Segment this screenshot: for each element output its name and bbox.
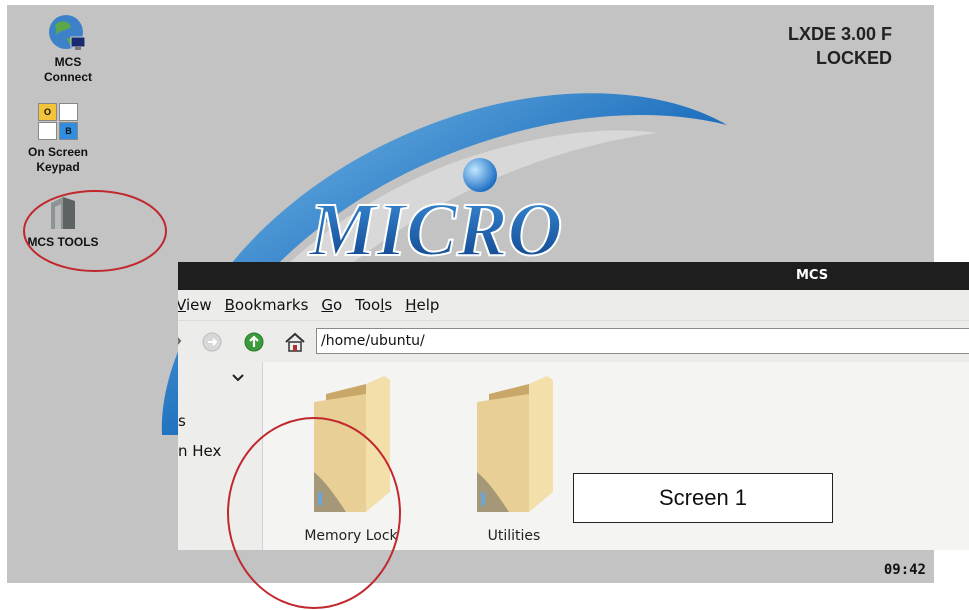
keypad-key	[38, 122, 57, 140]
logo-text: MICRO	[308, 188, 562, 272]
menu-view[interactable]: View	[178, 296, 212, 314]
keypad-label-2: Keypad	[36, 160, 80, 174]
screen-label: Screen 1	[573, 473, 833, 523]
folder-label: Memory Lock	[304, 528, 398, 544]
mcs-connect-icon[interactable]: MCS Connect	[33, 13, 103, 85]
folder-icon	[477, 376, 553, 512]
keypad-label-1: On Screen	[27, 145, 89, 159]
window-title: MCS	[796, 268, 829, 283]
side-panel: s n Hex	[178, 362, 263, 550]
mcs-connect-label-1: MCS	[54, 55, 82, 69]
keypad-key: O	[38, 103, 57, 121]
back-arrow-icon[interactable]	[178, 332, 186, 350]
clock: 09:42	[883, 562, 926, 578]
sidebar-item[interactable]: s	[178, 412, 186, 430]
chevron-down-icon[interactable]	[232, 374, 244, 382]
mcs-connect-label-2: Connect	[44, 70, 92, 84]
forward-icon[interactable]	[202, 332, 222, 352]
logo-ball	[463, 158, 497, 192]
toolbar: /home/ubuntu/	[178, 321, 969, 363]
menu-bar: View Bookmarks Go Tools Help	[178, 290, 969, 321]
location-bar[interactable]: /home/ubuntu/	[316, 328, 969, 354]
version-label: LXDE 3.00 F	[787, 24, 892, 44]
sidebar-item[interactable]: n Hex	[178, 442, 221, 460]
menu-help[interactable]: Help	[405, 296, 439, 314]
version-info: LXDE 3.00 F LOCKED	[788, 22, 892, 70]
keypad-key	[59, 103, 78, 121]
globe-computer-icon	[49, 15, 86, 50]
menu-go[interactable]: Go	[321, 296, 342, 314]
window-titlebar[interactable]: MCS	[178, 262, 969, 290]
lock-status: LOCKED	[816, 48, 892, 68]
mcs-tools-icon[interactable]: MCS TOOLS	[23, 193, 103, 250]
keypad-icon: O B	[38, 103, 78, 141]
folder-label: Utilities	[487, 528, 541, 544]
home-icon[interactable]	[284, 332, 306, 352]
mcs-tools-label: MCS TOOLS	[27, 235, 99, 249]
on-screen-keypad-icon[interactable]: O B On Screen Keypad	[21, 103, 95, 175]
up-arrow-icon[interactable]	[244, 332, 264, 352]
tools-icon	[51, 197, 75, 229]
folder-utilities[interactable]: Utilities	[459, 372, 569, 544]
keypad-key: B	[59, 122, 78, 140]
menu-bookmarks[interactable]: Bookmarks	[225, 296, 309, 314]
menu-tools[interactable]: Tools	[355, 296, 392, 314]
folder-icon	[314, 376, 390, 512]
folder-memory-lock[interactable]: Memory Lock	[291, 372, 411, 544]
